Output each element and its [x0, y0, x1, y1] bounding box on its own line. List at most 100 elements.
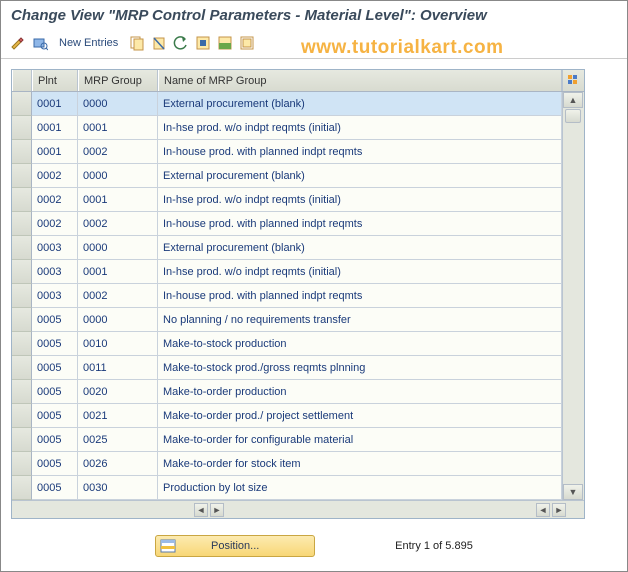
- row-selector[interactable]: [12, 356, 32, 380]
- table-row[interactable]: 00050026Make-to-order for stock item: [12, 452, 584, 476]
- table-row[interactable]: 00020001In-hse prod. w/o indpt reqmts (i…: [12, 188, 584, 212]
- select-block-icon[interactable]: [216, 34, 234, 52]
- table-row[interactable]: 00020002In-house prod. with planned indp…: [12, 212, 584, 236]
- table-row[interactable]: 00050000No planning / no requirements tr…: [12, 308, 584, 332]
- row-selector[interactable]: [12, 188, 32, 212]
- table-row[interactable]: 00030001In-hse prod. w/o indpt reqmts (i…: [12, 260, 584, 284]
- cell-plnt[interactable]: 0005: [32, 404, 78, 428]
- cell-plnt[interactable]: 0005: [32, 428, 78, 452]
- row-selector[interactable]: [12, 260, 32, 284]
- table-config-button[interactable]: [562, 70, 584, 91]
- cell-name[interactable]: In-hse prod. w/o indpt reqmts (initial): [158, 260, 562, 284]
- row-selector[interactable]: [12, 452, 32, 476]
- cell-mrp-group[interactable]: 0021: [78, 404, 158, 428]
- other-view-icon[interactable]: [31, 34, 49, 52]
- cell-name[interactable]: Make-to-order prod./ project settlement: [158, 404, 562, 428]
- table-row[interactable]: 00010002In-house prod. with planned indp…: [12, 140, 584, 164]
- cell-plnt[interactable]: 0005: [32, 332, 78, 356]
- cell-name[interactable]: Make-to-order production: [158, 380, 562, 404]
- cell-name[interactable]: In-hse prod. w/o indpt reqmts (initial): [158, 116, 562, 140]
- row-selector[interactable]: [12, 428, 32, 452]
- cell-name[interactable]: No planning / no requirements transfer: [158, 308, 562, 332]
- scroll-left-icon[interactable]: ◄: [194, 503, 208, 517]
- header-mrp-group[interactable]: MRP Group: [78, 70, 158, 91]
- header-plnt[interactable]: Plnt: [32, 70, 78, 91]
- row-selector[interactable]: [12, 404, 32, 428]
- scroll-up-icon[interactable]: ▲: [563, 92, 583, 108]
- cell-name[interactable]: Production by lot size: [158, 476, 562, 500]
- cell-plnt[interactable]: 0005: [32, 356, 78, 380]
- cell-mrp-group[interactable]: 0000: [78, 164, 158, 188]
- cell-name[interactable]: Make-to-order for stock item: [158, 452, 562, 476]
- cell-mrp-group[interactable]: 0001: [78, 116, 158, 140]
- cell-name[interactable]: External procurement (blank): [158, 92, 562, 116]
- undo-change-icon[interactable]: [172, 34, 190, 52]
- cell-mrp-group[interactable]: 0001: [78, 188, 158, 212]
- cell-mrp-group[interactable]: 0000: [78, 308, 158, 332]
- row-selector[interactable]: [12, 212, 32, 236]
- table-row[interactable]: 00050030Production by lot size: [12, 476, 584, 500]
- cell-mrp-group[interactable]: 0000: [78, 92, 158, 116]
- row-selector[interactable]: [12, 164, 32, 188]
- table-row[interactable]: 00050021Make-to-order prod./ project set…: [12, 404, 584, 428]
- table-row[interactable]: 00050020Make-to-order production: [12, 380, 584, 404]
- cell-name[interactable]: External procurement (blank): [158, 236, 562, 260]
- copy-as-icon[interactable]: [128, 34, 146, 52]
- cell-plnt[interactable]: 0001: [32, 140, 78, 164]
- select-all-icon[interactable]: [194, 34, 212, 52]
- new-entries-button[interactable]: New Entries: [59, 37, 118, 49]
- cell-mrp-group[interactable]: 0011: [78, 356, 158, 380]
- cell-plnt[interactable]: 0005: [32, 452, 78, 476]
- scroll-down-icon[interactable]: ▼: [563, 484, 583, 500]
- table-row[interactable]: 00030002In-house prod. with planned indp…: [12, 284, 584, 308]
- cell-name[interactable]: Make-to-order for configurable material: [158, 428, 562, 452]
- deselect-all-icon[interactable]: [238, 34, 256, 52]
- vertical-scrollbar[interactable]: ▲ ▼: [562, 92, 584, 500]
- cell-mrp-group[interactable]: 0002: [78, 284, 158, 308]
- cell-plnt[interactable]: 0001: [32, 116, 78, 140]
- cell-name[interactable]: Make-to-stock production: [158, 332, 562, 356]
- scroll-thumb[interactable]: [565, 109, 581, 123]
- position-button[interactable]: Position...: [155, 535, 315, 557]
- row-selector[interactable]: [12, 284, 32, 308]
- cell-plnt[interactable]: 0005: [32, 476, 78, 500]
- cell-plnt[interactable]: 0001: [32, 92, 78, 116]
- cell-mrp-group[interactable]: 0020: [78, 380, 158, 404]
- table-row[interactable]: 00050025Make-to-order for configurable m…: [12, 428, 584, 452]
- cell-name[interactable]: External procurement (blank): [158, 164, 562, 188]
- row-selector[interactable]: [12, 308, 32, 332]
- delete-icon[interactable]: [150, 34, 168, 52]
- toggle-display-change-icon[interactable]: [9, 34, 27, 52]
- cell-name[interactable]: In-hse prod. w/o indpt reqmts (initial): [158, 188, 562, 212]
- cell-plnt[interactable]: 0005: [32, 308, 78, 332]
- cell-mrp-group[interactable]: 0025: [78, 428, 158, 452]
- table-row[interactable]: 00010000External procurement (blank): [12, 92, 584, 116]
- table-row[interactable]: 00020000External procurement (blank): [12, 164, 584, 188]
- row-selector[interactable]: [12, 332, 32, 356]
- cell-name[interactable]: Make-to-stock prod./gross reqmts plnning: [158, 356, 562, 380]
- cell-plnt[interactable]: 0003: [32, 236, 78, 260]
- header-name[interactable]: Name of MRP Group: [158, 70, 562, 91]
- cell-name[interactable]: In-house prod. with planned indpt reqmts: [158, 284, 562, 308]
- cell-mrp-group[interactable]: 0002: [78, 212, 158, 236]
- cell-mrp-group[interactable]: 0010: [78, 332, 158, 356]
- scroll-right-end-icon[interactable]: ►: [552, 503, 566, 517]
- cell-mrp-group[interactable]: 0000: [78, 236, 158, 260]
- cell-mrp-group[interactable]: 0002: [78, 140, 158, 164]
- row-selector[interactable]: [12, 236, 32, 260]
- row-selector[interactable]: [12, 140, 32, 164]
- scroll-left-end-icon[interactable]: ◄: [536, 503, 550, 517]
- row-selector[interactable]: [12, 476, 32, 500]
- row-selector[interactable]: [12, 116, 32, 140]
- cell-name[interactable]: In-house prod. with planned indpt reqmts: [158, 140, 562, 164]
- scroll-right-icon[interactable]: ►: [210, 503, 224, 517]
- cell-plnt[interactable]: 0005: [32, 380, 78, 404]
- table-row[interactable]: 00010001In-hse prod. w/o indpt reqmts (i…: [12, 116, 584, 140]
- cell-plnt[interactable]: 0003: [32, 284, 78, 308]
- table-row[interactable]: 00050010Make-to-stock production: [12, 332, 584, 356]
- cell-plnt[interactable]: 0002: [32, 164, 78, 188]
- row-selector[interactable]: [12, 380, 32, 404]
- cell-mrp-group[interactable]: 0030: [78, 476, 158, 500]
- cell-name[interactable]: In-house prod. with planned indpt reqmts: [158, 212, 562, 236]
- table-row[interactable]: 00030000External procurement (blank): [12, 236, 584, 260]
